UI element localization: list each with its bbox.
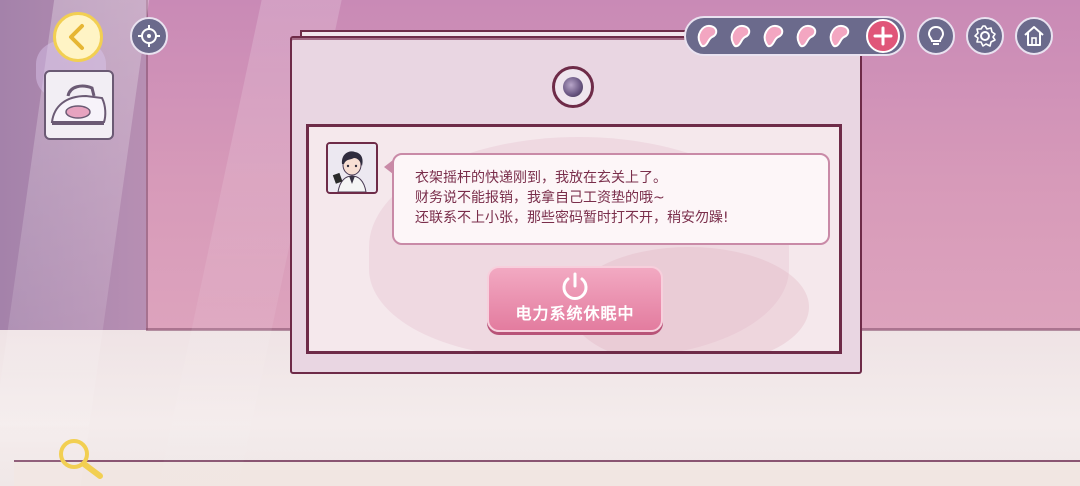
message-text: 衣架摇杆的快递刚到，我放在玄关上了。 财务说不能报销，我拿自己工资垫的哦~ 还联… — [415, 168, 825, 228]
hint-button[interactable] — [917, 17, 955, 55]
camera-lens — [563, 77, 583, 97]
add-hint-button[interactable] — [866, 19, 900, 53]
magnifier-icon[interactable] — [56, 436, 106, 480]
power-icon — [562, 272, 588, 300]
character-avatar — [326, 142, 378, 194]
back-button[interactable] — [53, 12, 103, 62]
hint-bean-icon — [697, 24, 718, 48]
settings-button[interactable] — [966, 17, 1004, 55]
message-line: 还联系不上小张，那些密码暂时打不开，稍安勿躁! — [415, 210, 729, 226]
hint-bean-icon — [796, 24, 817, 48]
inventory-slot[interactable] — [44, 70, 114, 140]
lightbulb-icon — [927, 25, 945, 45]
camera-lens-icon[interactable] — [552, 66, 594, 108]
power-button-label: 电力系统休眠中 — [515, 304, 635, 323]
hint-bean-icon — [763, 24, 784, 48]
character-portrait-icon — [328, 144, 376, 192]
hint-bean-icon — [730, 24, 751, 48]
game-scene: 衣架摇杆的快递刚到，我放在玄关上了。 财务说不能报销，我拿自己工资垫的哦~ 还联… — [0, 0, 1080, 486]
locate-button[interactable] — [130, 17, 168, 55]
iron-icon — [50, 84, 107, 125]
crosshair-icon — [138, 25, 160, 47]
gear-icon — [974, 25, 996, 47]
message-line: 财务说不能报销，我拿自己工资垫的哦~ — [415, 190, 665, 206]
home-icon — [1024, 26, 1044, 46]
home-button[interactable] — [1015, 17, 1053, 55]
message-line: 衣架摇杆的快递刚到，我放在玄关上了。 — [415, 170, 667, 186]
chevron-left-icon — [69, 24, 84, 50]
hint-bean-icon — [829, 24, 850, 48]
plus-icon — [873, 26, 893, 46]
